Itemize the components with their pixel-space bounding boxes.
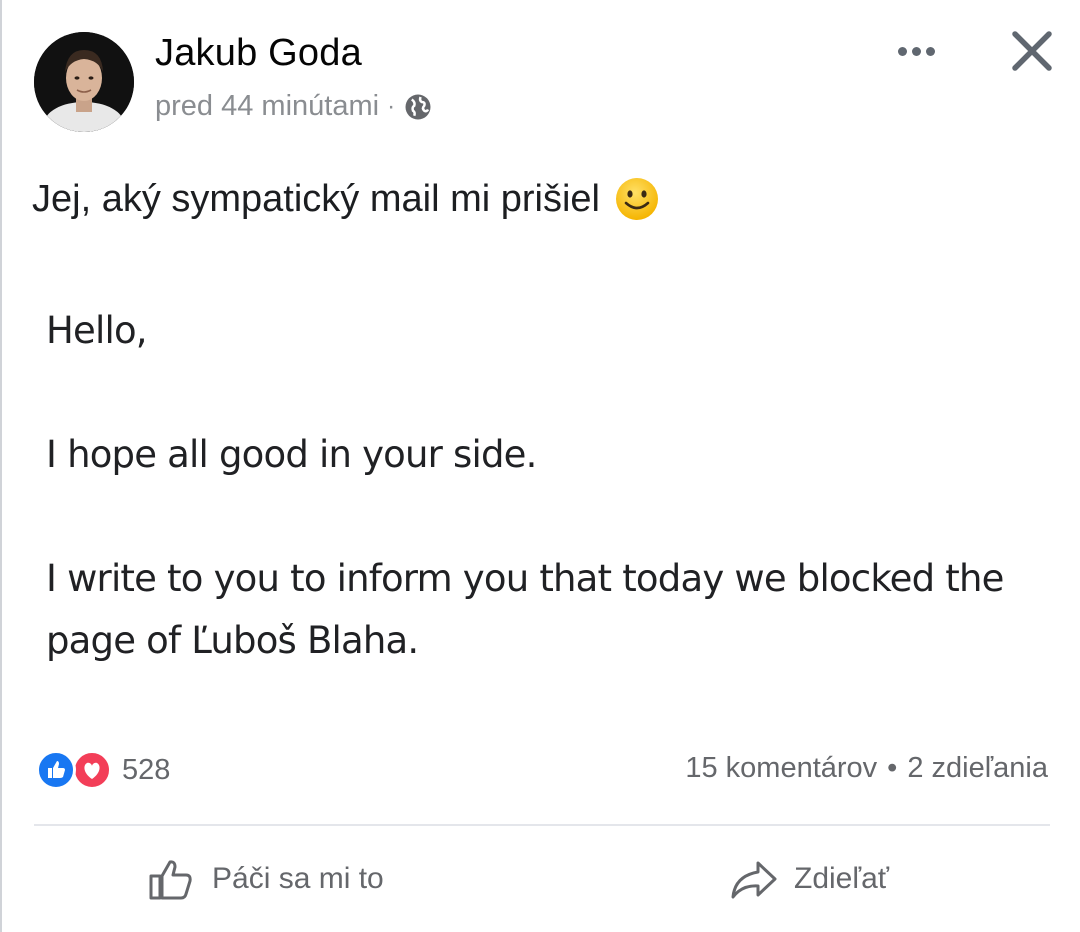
- profile-photo: [34, 32, 134, 132]
- more-dot: [897, 46, 907, 56]
- share-button[interactable]: Zdieľať: [728, 854, 889, 904]
- globe-icon: [405, 94, 431, 119]
- reaction-summary[interactable]: 528: [36, 748, 170, 792]
- more-options-button[interactable]: [888, 34, 944, 68]
- smiling-face-icon: [616, 178, 658, 220]
- share-button-label: Zdieľať: [794, 862, 890, 895]
- quoted-email-line: I hope all good in your side.: [46, 433, 537, 476]
- post-message: Jej, aký sympatický mail mi prišiel: [32, 176, 660, 222]
- post-stats: 15 komentárov • 2 zdieľania: [685, 752, 1048, 785]
- close-icon: [1012, 31, 1052, 71]
- close-button[interactable]: [1007, 26, 1057, 76]
- quoted-email-line: I write to you to inform you that today …: [46, 557, 1004, 662]
- love-reaction-icon: [72, 750, 112, 790]
- like-reaction-icon: [36, 750, 76, 790]
- like-button[interactable]: Páči sa mi to: [146, 854, 384, 904]
- author-name[interactable]: Jakub Goda: [155, 32, 362, 75]
- avatar[interactable]: [34, 32, 134, 132]
- post-card: Jakub Goda pred 44 minútami · Jej, aký s…: [0, 0, 1080, 932]
- reaction-icons: [36, 748, 116, 792]
- like-button-label: Páči sa mi to: [212, 862, 384, 895]
- thumbs-up-icon: [149, 860, 192, 900]
- reaction-count: 528: [122, 753, 171, 786]
- shares-count[interactable]: 2 zdieľania: [907, 752, 1048, 785]
- stats-bullet: •: [887, 752, 898, 784]
- meta-separator: ·: [387, 92, 396, 120]
- divider: [34, 824, 1050, 826]
- quoted-email-line: Hello,: [46, 309, 148, 352]
- more-dot: [925, 46, 935, 56]
- share-arrow-icon: [731, 861, 777, 899]
- post-meta: pred 44 minútami ·: [155, 90, 433, 123]
- post-message-text: Jej, aký sympatický mail mi prišiel: [32, 177, 600, 220]
- more-dot: [911, 46, 921, 56]
- post-timestamp[interactable]: pred 44 minútami: [155, 90, 379, 123]
- comments-count[interactable]: 15 komentárov: [685, 752, 877, 785]
